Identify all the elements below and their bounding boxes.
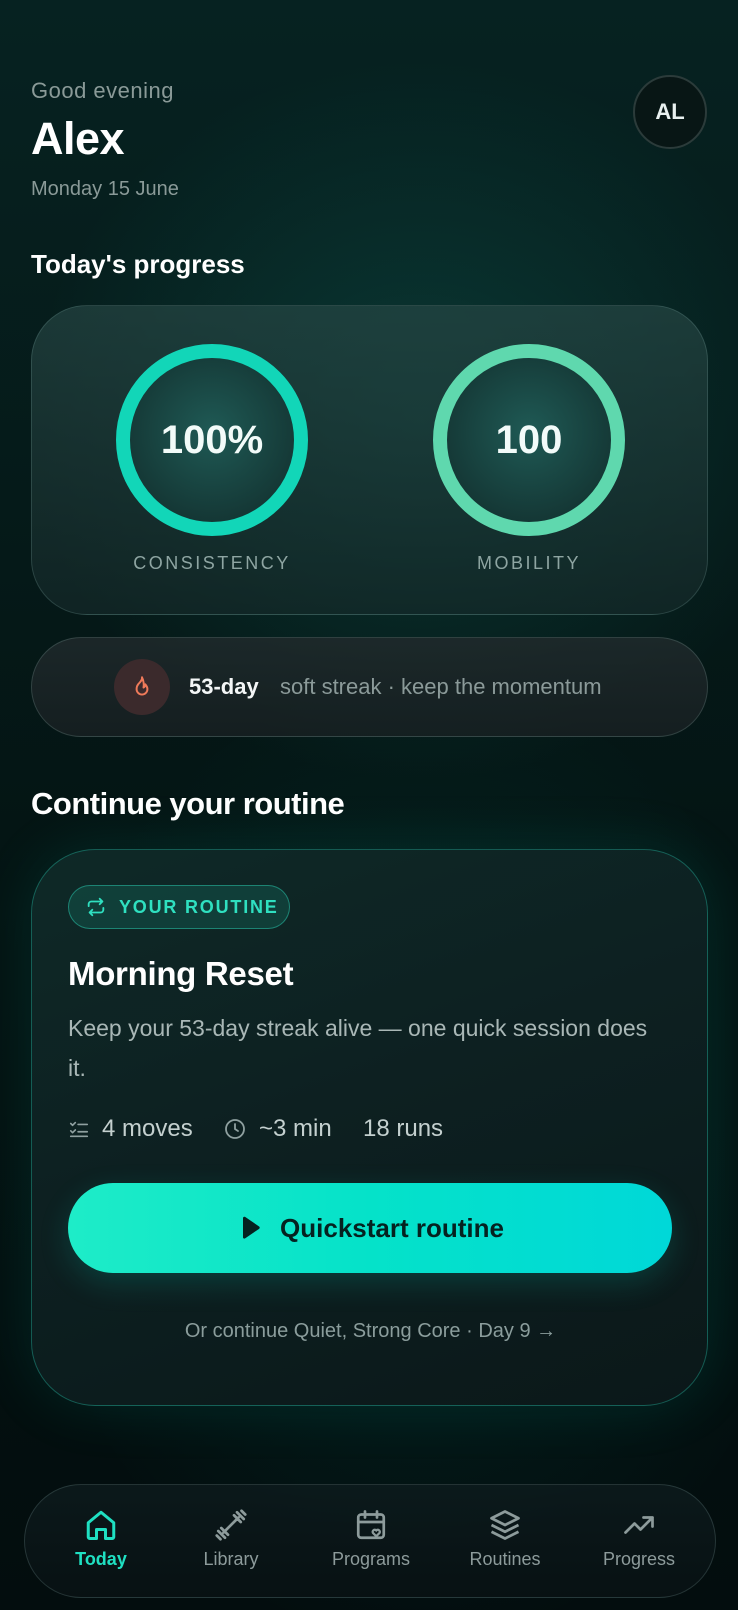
nav-label-progress: Progress [602,1549,676,1569]
flame-icon [135,676,149,696]
routine-title: Morning Reset [68,955,294,992]
progress-section-title: Today's progress [31,249,245,279]
nav-label-today: Today [75,1549,127,1569]
home-icon [86,1510,116,1540]
play-icon [243,1216,260,1239]
continue-program-link[interactable]: Or continue Quiet, Strong Core · Day 9 → [32,1320,709,1343]
bottom-nav: Today Library Programs Routines Progress [24,1484,716,1598]
greeting-text: Good evening [31,78,174,103]
dumbbell-icon [215,1509,247,1541]
progress-card: 100% CONSISTENCY 100 MOBILITY [31,305,708,615]
mobility-label: MOBILITY [476,553,581,573]
avatar[interactable]: AL [633,75,707,149]
streak-text: soft streak · keep the momentum [280,674,602,699]
consistency-label: CONSISTENCY [133,553,291,573]
current-date: Monday 15 June [31,178,179,200]
quickstart-routine-button[interactable]: Quickstart routine [68,1183,672,1273]
trending-up-icon [624,1516,654,1534]
routine-duration-text: ~3 min [259,1115,332,1142]
checklist-icon [69,1121,89,1138]
nav-item-routines[interactable]: Routines [440,1485,570,1599]
routine-card[interactable]: YOUR ROUTINE Morning Reset Keep your 53-… [31,849,708,1406]
flame-badge [114,659,170,715]
routine-moves: 4 moves [68,1115,193,1143]
quickstart-label: Quickstart routine [280,1212,504,1243]
routine-badge: YOUR ROUTINE [68,885,290,929]
routine-badge-label: YOUR ROUTINE [119,896,279,917]
routine-section-title: Continue your routine [31,786,345,821]
nav-item-programs[interactable]: Programs [306,1485,436,1599]
mobility-value: 100 [495,417,563,462]
streak-count: 53-day [189,674,259,699]
mobility-ring: 100 [429,340,629,540]
routine-description: Keep your 53-day streak alive — one quic… [68,1015,648,1081]
consistency-value: 100% [160,417,264,462]
nav-label-programs: Programs [331,1549,411,1569]
streak-banner: 53-day soft streak · keep the momentum [31,637,708,737]
nav-item-library[interactable]: Library [166,1485,296,1599]
consistency-ring: 100% [112,340,312,540]
user-name: Alex [31,113,125,164]
clock-icon [225,1119,245,1139]
routine-duration: ~3 min [223,1115,332,1143]
repeat-icon [87,897,105,917]
layers-icon [490,1510,520,1540]
nav-label-library: Library [203,1549,259,1569]
routine-runs: 18 runs [363,1115,443,1143]
nav-label-routines: Routines [469,1549,541,1569]
nav-item-today[interactable]: Today [36,1485,166,1599]
nav-item-progress[interactable]: Progress [574,1485,704,1599]
routine-moves-text: 4 moves [102,1115,193,1142]
routine-runs-text: 18 runs [363,1115,444,1142]
calendar-heart-icon [356,1510,386,1540]
